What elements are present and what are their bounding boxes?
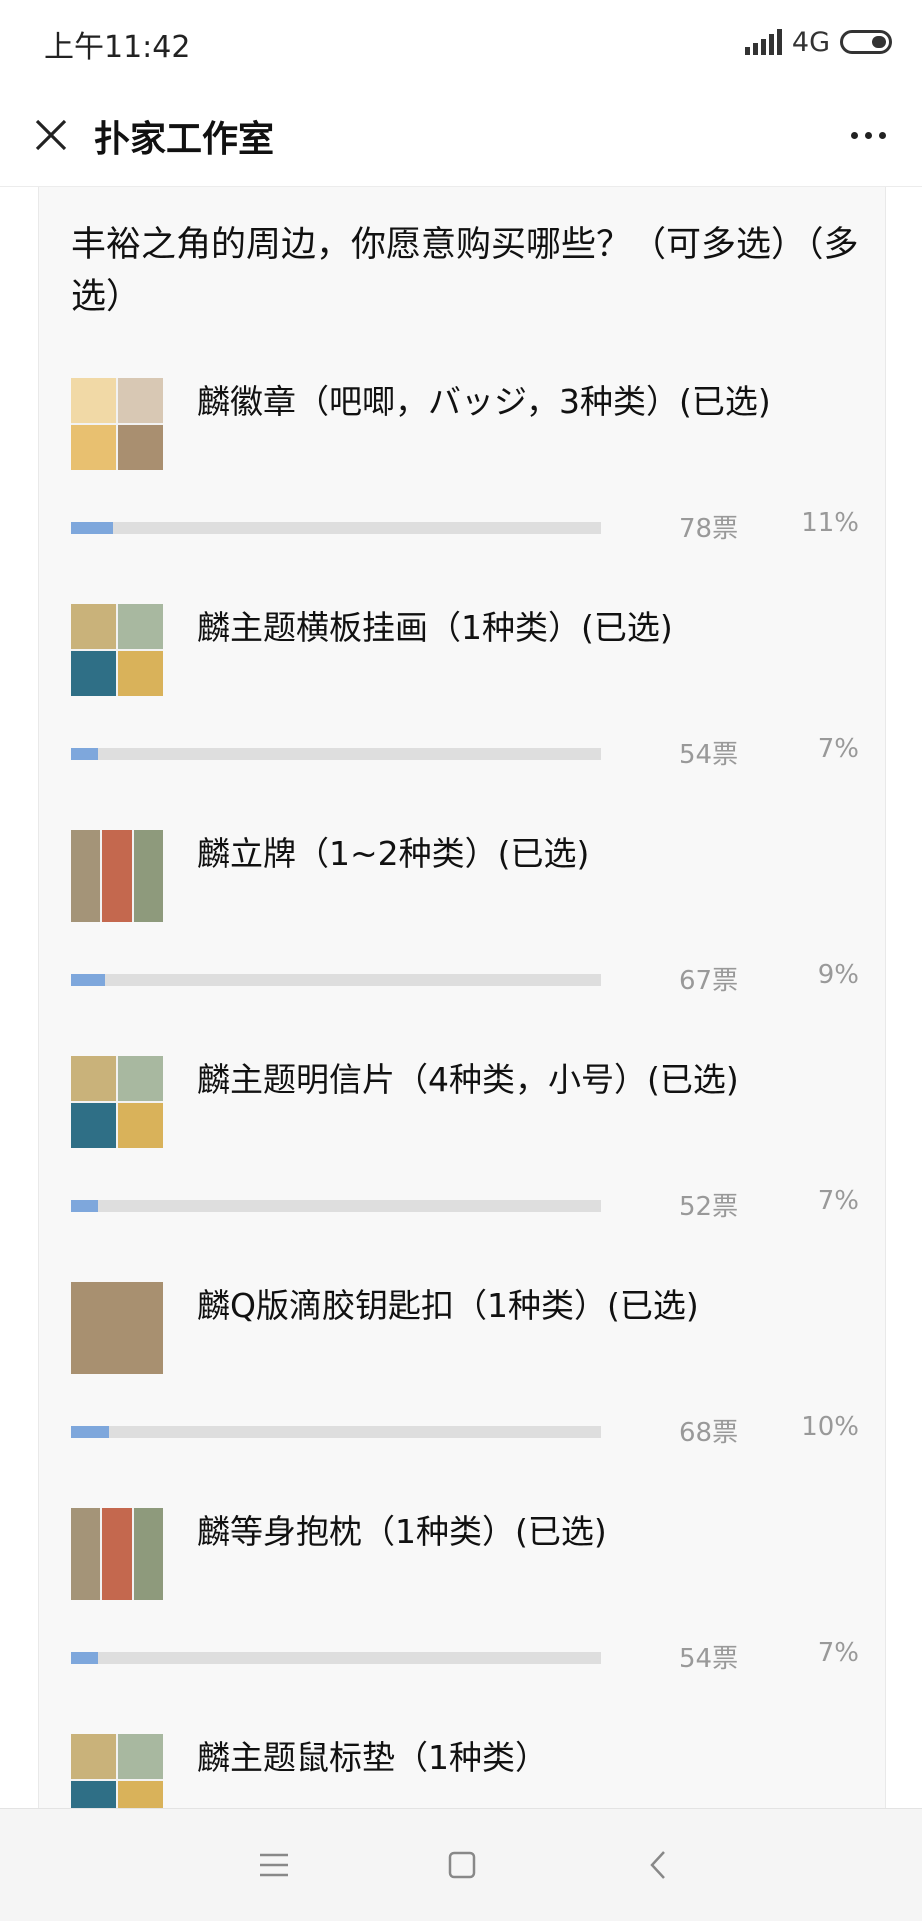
more-dot-icon (878, 131, 886, 139)
option-thumbnail (71, 830, 163, 922)
progress-bar (71, 1426, 601, 1438)
progress-bar (71, 1200, 601, 1212)
option-thumbnail (71, 1056, 163, 1148)
close-icon (35, 119, 67, 151)
more-dot-icon (850, 131, 858, 139)
option-label: 麟等身抱枕（1种类）(已选) (197, 1512, 607, 1551)
option-thumbnail (71, 1282, 163, 1374)
vote-percent: 11% (801, 508, 859, 538)
home-icon (448, 1851, 476, 1879)
vote-percent: 7% (817, 1186, 859, 1216)
progress-bar (71, 1652, 601, 1664)
option-thumbnail (71, 1734, 163, 1808)
network-type: 4G (791, 26, 830, 58)
progress-fill (71, 522, 113, 534)
home-button[interactable] (432, 1839, 492, 1891)
menu-button[interactable] (244, 1839, 304, 1891)
progress-bar (71, 522, 601, 534)
poll-option-keychain[interactable]: 麟Q版滴胶钥匙扣（1种类）(已选) 68票 10% (39, 1282, 885, 1508)
progress-fill (71, 1426, 109, 1438)
progress-fill (71, 1652, 98, 1664)
menu-icon (260, 1853, 288, 1877)
status-icons: 4G (744, 22, 892, 62)
vote-count: 78票 (679, 514, 739, 544)
battery-icon (840, 30, 892, 54)
vote-count: 68票 (679, 1418, 739, 1448)
signal-icon (744, 29, 782, 55)
vote-percent: 7% (817, 1638, 859, 1668)
vote-count: 52票 (679, 1192, 739, 1222)
vote-percent: 7% (817, 734, 859, 764)
option-thumbnail (71, 1508, 163, 1600)
poll-option-hanging-painting[interactable]: 麟主题横板挂画（1种类）(已选) 54票 7% (39, 604, 885, 830)
option-label: 麟主题鼠标垫（1种类） (197, 1738, 548, 1777)
system-nav-bar (0, 1808, 922, 1921)
poll-card: 丰裕之角的周边，你愿意购买哪些？（可多选）（多选） 麟徽章（吧唧，バッジ，3种类… (38, 187, 886, 1808)
option-label: 麟主题明信片（4种类，小号）(已选) (197, 1060, 739, 1099)
app-header: 扑家工作室 (0, 84, 922, 187)
back-button[interactable] (628, 1839, 688, 1891)
status-bar: 上午11:42 4G (0, 0, 922, 84)
progress-fill (71, 1200, 98, 1212)
progress-bar (71, 974, 601, 986)
page-title: 扑家工作室 (94, 119, 275, 160)
poll-question: 丰裕之角的周边，你愿意购买哪些？（可多选）（多选） (71, 225, 859, 317)
more-dot-icon (864, 131, 872, 139)
progress-fill (71, 748, 98, 760)
poll-option-postcard[interactable]: 麟主题明信片（4种类，小号）(已选) 52票 7% (39, 1056, 885, 1282)
poll-option-standee[interactable]: 麟立牌（1~2种类）(已选) 67票 9% (39, 830, 885, 1056)
vote-percent: 9% (817, 960, 859, 990)
poll-option-badge[interactable]: 麟徽章（吧唧，バッジ，3种类）(已选) 78票 11% (39, 378, 885, 604)
close-button[interactable] (26, 110, 76, 160)
poll-scroll-area[interactable]: 丰裕之角的周边，你愿意购买哪些？（可多选）（多选） 麟徽章（吧唧，バッジ，3种类… (0, 187, 922, 1808)
option-label: 麟主题横板挂画（1种类）(已选) (197, 608, 673, 647)
vote-percent: 10% (801, 1412, 859, 1442)
status-time: 上午11:42 (44, 30, 191, 65)
back-icon (650, 1851, 665, 1879)
option-label: 麟立牌（1~2种类）(已选) (197, 834, 590, 873)
poll-option-mousepad[interactable]: 麟主题鼠标垫（1种类） (39, 1734, 885, 1808)
poll-option-body-pillow[interactable]: 麟等身抱枕（1种类）(已选) 54票 7% (39, 1508, 885, 1734)
vote-count: 54票 (679, 740, 739, 770)
progress-fill (71, 974, 105, 986)
option-thumbnail (71, 378, 163, 470)
option-label: 麟徽章（吧唧，バッジ，3种类）(已选) (197, 382, 771, 421)
vote-count: 67票 (679, 966, 739, 996)
progress-bar (71, 748, 601, 760)
more-button[interactable] (840, 112, 896, 158)
option-label: 麟Q版滴胶钥匙扣（1种类）(已选) (197, 1286, 699, 1325)
option-thumbnail (71, 604, 163, 696)
vote-count: 54票 (679, 1644, 739, 1674)
